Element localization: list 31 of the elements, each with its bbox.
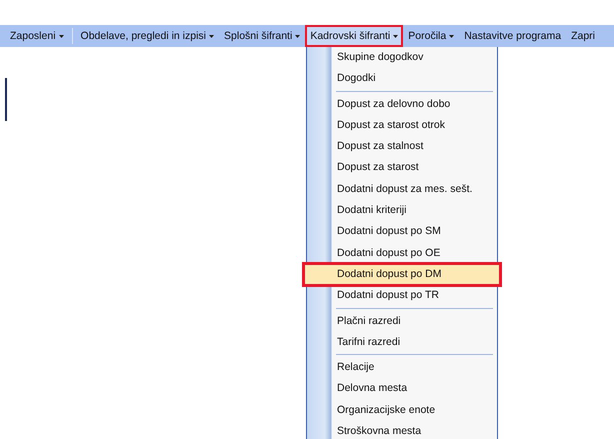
menu-entry[interactable]: Dopust za stalnost <box>307 136 497 158</box>
menu-entry[interactable]: Relacije <box>307 357 497 378</box>
dropdown-arrow-icon <box>58 34 64 38</box>
menu-item[interactable]: Zapri <box>566 25 600 47</box>
menu-entry[interactable]: Organizacijske enote <box>307 400 497 422</box>
menu-entry[interactable]: Skupine dogodkov <box>307 47 497 68</box>
menu-entry[interactable]: Dodatni dopust po SM <box>307 221 497 243</box>
menu-item[interactable]: Splošni šifranti <box>219 25 306 47</box>
menu-item[interactable]: Nastavitve programa <box>459 25 566 47</box>
menu-entry[interactable]: Plačni razredi <box>307 310 497 332</box>
dropdown-arrow-icon <box>393 34 398 38</box>
menu-item[interactable]: Zaposleni <box>5 25 69 47</box>
menu-item[interactable]: Obdelave, pregledi in izpisi <box>76 25 220 47</box>
menu-entry[interactable]: Dodatni dopust po DM <box>304 264 500 286</box>
menu-entry[interactable]: Dodatni dopust za mes. sešt. <box>307 178 497 200</box>
text-cursor <box>5 78 7 121</box>
menu-item[interactable]: Kadrovski šifranti <box>305 25 404 47</box>
menu-entry[interactable]: Dopust za starost otrok <box>307 114 497 136</box>
menu-entry[interactable]: Dogodki <box>307 68 497 90</box>
menu-entry[interactable]: Dodatni kriteriji <box>307 200 497 222</box>
menu-entry[interactable]: Dodatni dopust po TR <box>307 285 497 307</box>
dropdown-arrow-icon <box>209 34 214 38</box>
menu-entry[interactable]: Dopust za starost <box>307 157 497 179</box>
dropdown-arrow-icon <box>449 34 454 38</box>
menu-entry[interactable]: Dodatni dopust po OE <box>307 242 497 264</box>
dropdown-arrow-icon <box>295 34 300 38</box>
menu-item[interactable]: Poročila <box>403 25 460 47</box>
menu-entry[interactable]: Stroškovna mesta <box>307 421 497 439</box>
menu-entry[interactable]: Dopust za delovno dobo <box>307 94 497 115</box>
menu-entry[interactable]: Tarifni razredi <box>307 332 497 354</box>
menu-entry[interactable]: Delovna mesta <box>307 378 497 400</box>
